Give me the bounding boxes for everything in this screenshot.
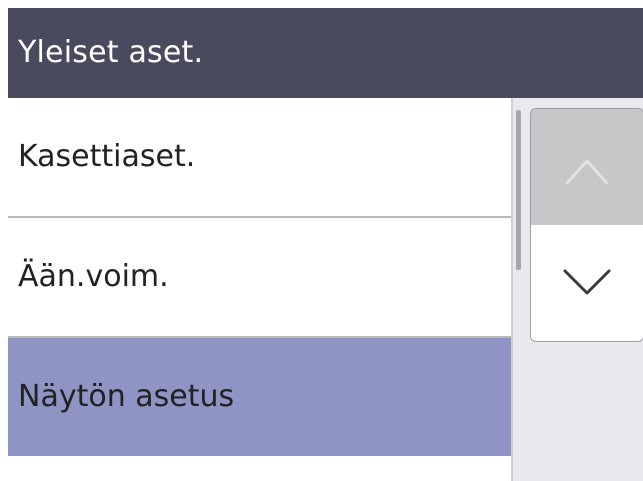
- page-title: Yleiset aset.: [18, 35, 204, 70]
- menu-item-aanvoim[interactable]: Ään.voim.: [8, 218, 511, 336]
- header-bar: Yleiset aset.: [8, 8, 643, 98]
- scroll-panel: [511, 98, 643, 481]
- panel-separator: [511, 98, 513, 481]
- scroll-buttons: [530, 108, 643, 342]
- chevron-up-icon: [565, 159, 609, 185]
- menu-item-nayton-asetus[interactable]: Näytön asetus: [8, 338, 511, 456]
- scrollbar-thumb[interactable]: [516, 110, 521, 270]
- scroll-down-button[interactable]: [531, 225, 643, 341]
- scroll-up-button[interactable]: [531, 109, 643, 225]
- menu-list: Kasettiaset. Ään.voim. Näytön asetus: [8, 98, 511, 481]
- menu-item-kasettiaset[interactable]: Kasettiaset.: [8, 98, 511, 216]
- menu-item-label: Näytön asetus: [18, 379, 235, 414]
- menu-item-label: Ään.voim.: [18, 259, 169, 294]
- chevron-down-icon: [563, 269, 611, 295]
- lcd-screen: Yleiset aset. Kasettiaset. Ään.voim. Näy…: [0, 0, 643, 481]
- menu-item-label: Kasettiaset.: [18, 139, 196, 174]
